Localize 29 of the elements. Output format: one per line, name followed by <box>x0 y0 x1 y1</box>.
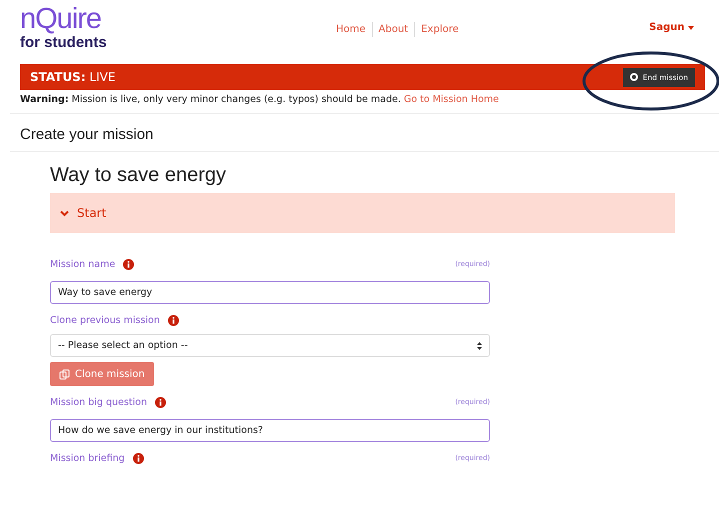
field-label: Mission briefing <box>50 452 125 464</box>
up-down-icon <box>477 342 482 350</box>
section-header[interactable]: Start <box>50 193 675 233</box>
user-menu[interactable]: Sagun <box>649 22 694 33</box>
caret-icon <box>688 26 694 30</box>
clone-mission-button[interactable]: Clone mission <box>50 362 154 386</box>
chevron-icon <box>60 210 69 216</box>
circle-icon <box>630 73 638 81</box>
select-dropdown[interactable]: -- Please select an option -- <box>50 334 490 357</box>
field-label: Clone previous mission <box>50 314 160 326</box>
text-field[interactable]: Way to save energy <box>50 281 490 304</box>
mission-home-link[interactable]: Go to Mission Home <box>404 94 499 105</box>
nav-link[interactable]: About <box>372 22 414 37</box>
mission-title: Way to save energy <box>50 164 228 187</box>
field-label: Mission name <box>50 258 116 270</box>
info-icon[interactable] <box>132 452 144 464</box>
page-title: Create your mission <box>20 126 154 143</box>
status-text: STATUS: LIVE <box>30 70 116 84</box>
info-icon[interactable] <box>168 314 179 326</box>
nav-link[interactable]: Explore <box>414 22 465 37</box>
text-field[interactable]: How do we save energy in our institutions? <box>50 419 490 442</box>
warning-text: Warning: Mission is live, only very minor changes (e.g. typos) should be made. <box>20 94 401 105</box>
info-icon[interactable] <box>155 396 166 408</box>
field-label: Mission big question <box>50 396 147 408</box>
logo-wordmark[interactable]: nQuire <box>20 4 140 34</box>
info-icon[interactable] <box>123 258 134 270</box>
logo-tagline: for students <box>20 34 108 52</box>
copy-icon <box>59 368 70 380</box>
nav-link[interactable]: Home <box>330 22 372 37</box>
